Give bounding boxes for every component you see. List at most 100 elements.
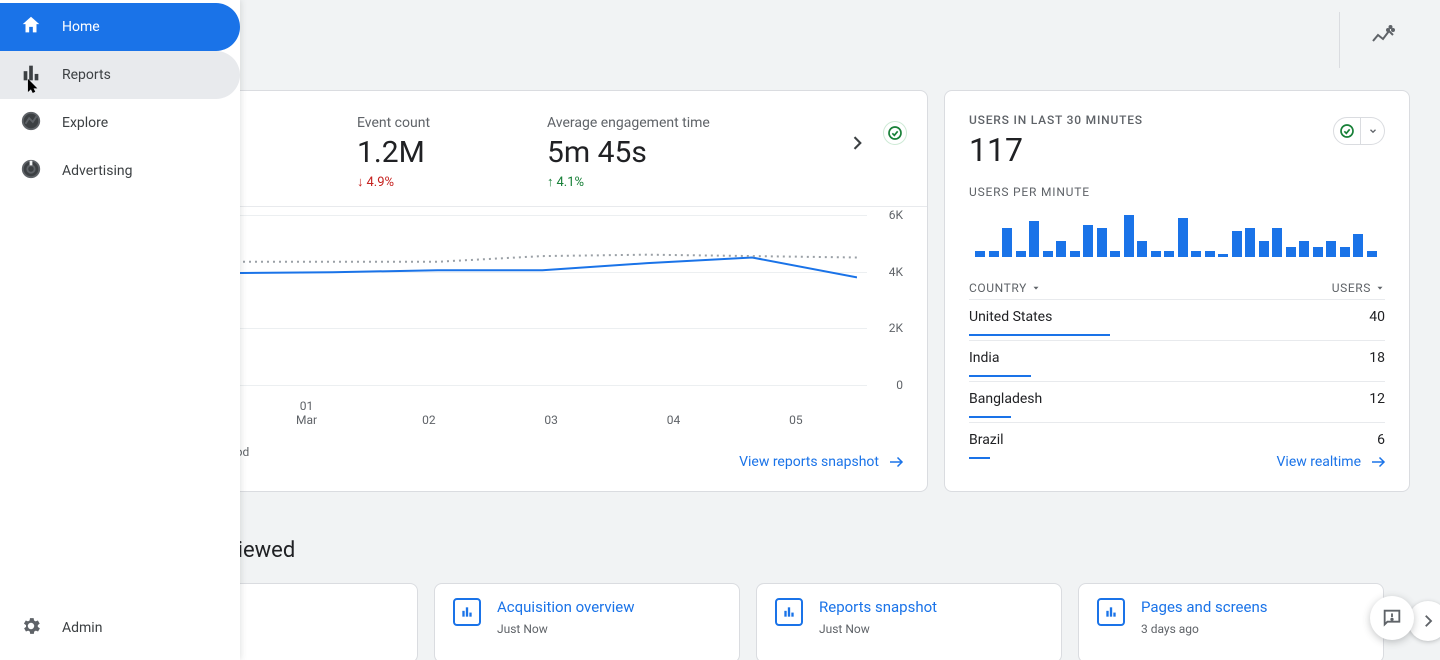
- section-title: Recently viewed: [138, 538, 1420, 563]
- arrow-up-icon: ↑: [547, 174, 554, 190]
- advertising-icon: [20, 158, 42, 184]
- sidebar-item-label: Advertising: [62, 163, 132, 179]
- overview-line-chart: 6K4K2K02801Mar02030405: [123, 215, 903, 405]
- sidebar-item-explore[interactable]: Explore: [0, 99, 240, 147]
- users-per-minute-chart: [975, 209, 1379, 257]
- y-tick: 4K: [889, 265, 903, 279]
- sidebar-item-home[interactable]: Home: [0, 3, 240, 51]
- minute-bar: [1137, 241, 1147, 257]
- recent-card[interactable]: Pages and screens 3 days ago: [1078, 583, 1384, 660]
- minute-bar: [1367, 251, 1377, 257]
- recent-title: Reports snapshot: [819, 598, 937, 616]
- country-bar: [969, 416, 1011, 418]
- minute-bar: [1245, 228, 1255, 257]
- country-name: United States: [969, 309, 1052, 325]
- report-icon: [775, 598, 803, 626]
- minute-bar: [1259, 241, 1269, 257]
- x-tick: 01Mar: [296, 399, 317, 427]
- x-tick: 05: [789, 413, 803, 427]
- report-icon: [453, 598, 481, 626]
- sidebar-item-label: Admin: [62, 620, 102, 636]
- realtime-subtitle: USERS PER MINUTE: [969, 185, 1385, 199]
- country-value: 6: [1377, 432, 1385, 448]
- gear-icon: [20, 615, 42, 641]
- country-row[interactable]: United States 40: [969, 299, 1385, 340]
- minute-bar: [975, 251, 985, 257]
- minute-bar: [1124, 215, 1134, 257]
- realtime-options-button[interactable]: [1361, 117, 1385, 145]
- explore-icon: [20, 110, 42, 136]
- home-icon: [20, 14, 42, 40]
- minute-bar: [1272, 228, 1282, 257]
- minute-bar: [1097, 228, 1107, 257]
- realtime-card: USERS IN LAST 30 MINUTES 117 USERS PER M…: [944, 90, 1410, 492]
- y-tick: 0: [896, 378, 903, 392]
- recent-card[interactable]: Reports snapshot Just Now: [756, 583, 1062, 660]
- sidebar: Home Reports Explore Advertising: [0, 0, 240, 660]
- minute-bar: [1232, 231, 1242, 257]
- metric-label: Event count: [357, 115, 477, 131]
- minute-bar: [1326, 241, 1336, 257]
- minute-bar: [1002, 228, 1012, 257]
- view-reports-snapshot-link[interactable]: View reports snapshot: [739, 453, 905, 471]
- metrics-next-button[interactable]: [847, 133, 867, 157]
- metric-delta: ↓ 4.9%: [357, 174, 477, 190]
- country-row[interactable]: India 18: [969, 340, 1385, 381]
- minute-bar: [989, 251, 999, 257]
- sidebar-item-reports[interactable]: Reports: [0, 51, 240, 99]
- country-row[interactable]: Bangladesh 12: [969, 381, 1385, 422]
- realtime-title: USERS IN LAST 30 MINUTES: [969, 113, 1385, 127]
- recent-sub: Just Now: [497, 622, 635, 636]
- country-value: 18: [1369, 350, 1385, 366]
- minute-bar: [1178, 218, 1188, 257]
- minute-bar: [1016, 251, 1026, 257]
- cursor-icon: [24, 78, 42, 100]
- metric-event-count[interactable]: Event count 1.2M ↓ 4.9%: [357, 115, 477, 190]
- recent-title: Pages and screens: [1141, 598, 1267, 616]
- x-tick: 03: [544, 413, 558, 427]
- metric-label: Average engagement time: [547, 115, 710, 131]
- status-badge[interactable]: [883, 121, 907, 145]
- status-badge: [1333, 117, 1361, 145]
- country-column-header[interactable]: COUNTRY: [969, 281, 1041, 295]
- sidebar-item-label: Explore: [62, 115, 108, 131]
- y-tick: 2K: [889, 321, 903, 335]
- x-tick: 02: [422, 413, 436, 427]
- x-tick: 04: [667, 413, 681, 427]
- sidebar-item-advertising[interactable]: Advertising: [0, 147, 240, 195]
- country-name: Brazil: [969, 432, 1004, 448]
- content-area: New users 11K ↓ 19.2% Event count 1.2M ↓…: [60, 0, 1440, 660]
- minute-bar: [1083, 225, 1093, 257]
- country-bar: [969, 457, 990, 459]
- report-icon: [1097, 598, 1125, 626]
- country-value: 12: [1369, 391, 1385, 407]
- recent-row: uisition Just Now Acquisition overview J…: [112, 583, 1420, 660]
- minute-bar: [1043, 251, 1053, 257]
- arrow-down-icon: ↓: [357, 174, 364, 190]
- metric-avg-engagement[interactable]: Average engagement time 5m 45s ↑ 4.1%: [547, 115, 710, 190]
- metric-value: 1.2M: [357, 135, 477, 170]
- minute-bar: [1191, 251, 1201, 257]
- realtime-value: 117: [969, 131, 1385, 169]
- minute-bar: [1070, 251, 1080, 257]
- recent-card[interactable]: Acquisition overview Just Now: [434, 583, 740, 660]
- minute-bar: [1164, 251, 1174, 257]
- users-column-header[interactable]: USERS: [1332, 281, 1385, 295]
- country-list: United States 40 India 18 Bangladesh 12 …: [969, 299, 1385, 463]
- minute-bar: [1299, 241, 1309, 257]
- sidebar-item-label: Home: [62, 19, 100, 35]
- minute-bar: [1110, 251, 1120, 257]
- metric-delta: ↑ 4.1%: [547, 174, 710, 190]
- minute-bar: [1340, 247, 1350, 257]
- metric-value: 5m 45s: [547, 135, 710, 170]
- view-realtime-link[interactable]: View realtime: [1277, 453, 1387, 471]
- y-tick: 6K: [889, 208, 903, 222]
- minute-bar: [1205, 251, 1215, 257]
- insights-icon[interactable]: [1371, 25, 1395, 53]
- minute-bar: [1313, 247, 1323, 257]
- country-bar: [969, 375, 1031, 377]
- country-bar: [969, 334, 1110, 336]
- feedback-button[interactable]: [1370, 596, 1414, 640]
- minute-bar: [1151, 251, 1161, 257]
- sidebar-item-admin[interactable]: Admin: [0, 604, 240, 652]
